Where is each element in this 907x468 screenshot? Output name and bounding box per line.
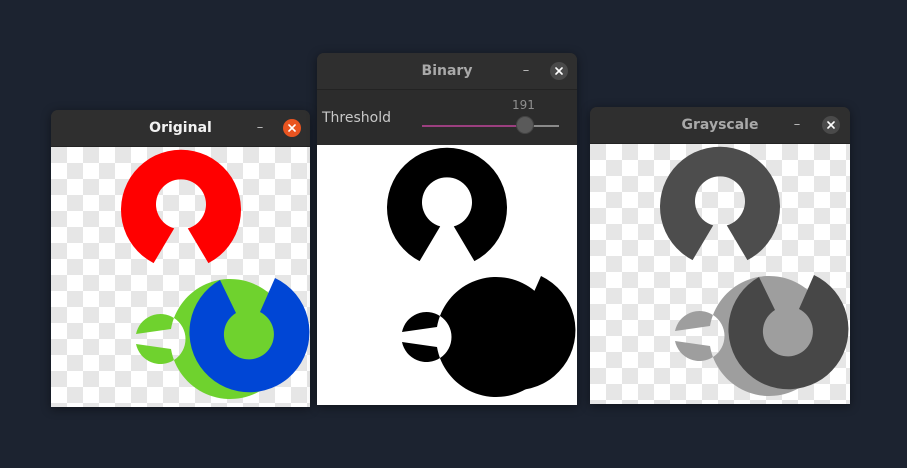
threshold-value: 191 [512,98,535,112]
binary-titlebar[interactable]: Binary – [317,53,577,90]
close-icon [827,121,835,129]
grayscale-titlebar[interactable]: Grayscale – [590,107,850,144]
grayscale-window[interactable]: Grayscale – [590,107,850,404]
binary-window[interactable]: Binary – Threshold 191 [317,53,577,405]
close-icon [555,67,563,75]
original-window[interactable]: Original – [51,110,310,407]
original-window-title: Original [149,120,212,136]
binary-close-button[interactable] [550,62,568,80]
original-minimize-button[interactable]: – [251,110,269,146]
close-icon [288,124,296,132]
grayscale-image [590,144,850,404]
grayscale-minimize-button[interactable]: – [788,107,806,143]
minimize-icon: – [793,117,801,132]
binary-window-title: Binary [421,63,473,79]
desktop-background: Original – Binary – Threshold 191 Graysc… [0,0,907,468]
threshold-trackbar: Threshold 191 [317,90,577,145]
original-close-button[interactable] [283,119,301,137]
threshold-slider-fill [422,125,525,127]
grayscale-window-title: Grayscale [681,117,759,133]
minimize-icon: – [522,63,530,78]
binary-image [317,145,577,405]
binary-minimize-button[interactable]: – [517,53,535,89]
minimize-icon: – [256,120,264,135]
grayscale-close-button[interactable] [822,116,840,134]
original-image [51,147,310,407]
threshold-slider-handle[interactable] [515,116,534,134]
threshold-label: Threshold [322,110,391,126]
original-titlebar[interactable]: Original – [51,110,310,147]
